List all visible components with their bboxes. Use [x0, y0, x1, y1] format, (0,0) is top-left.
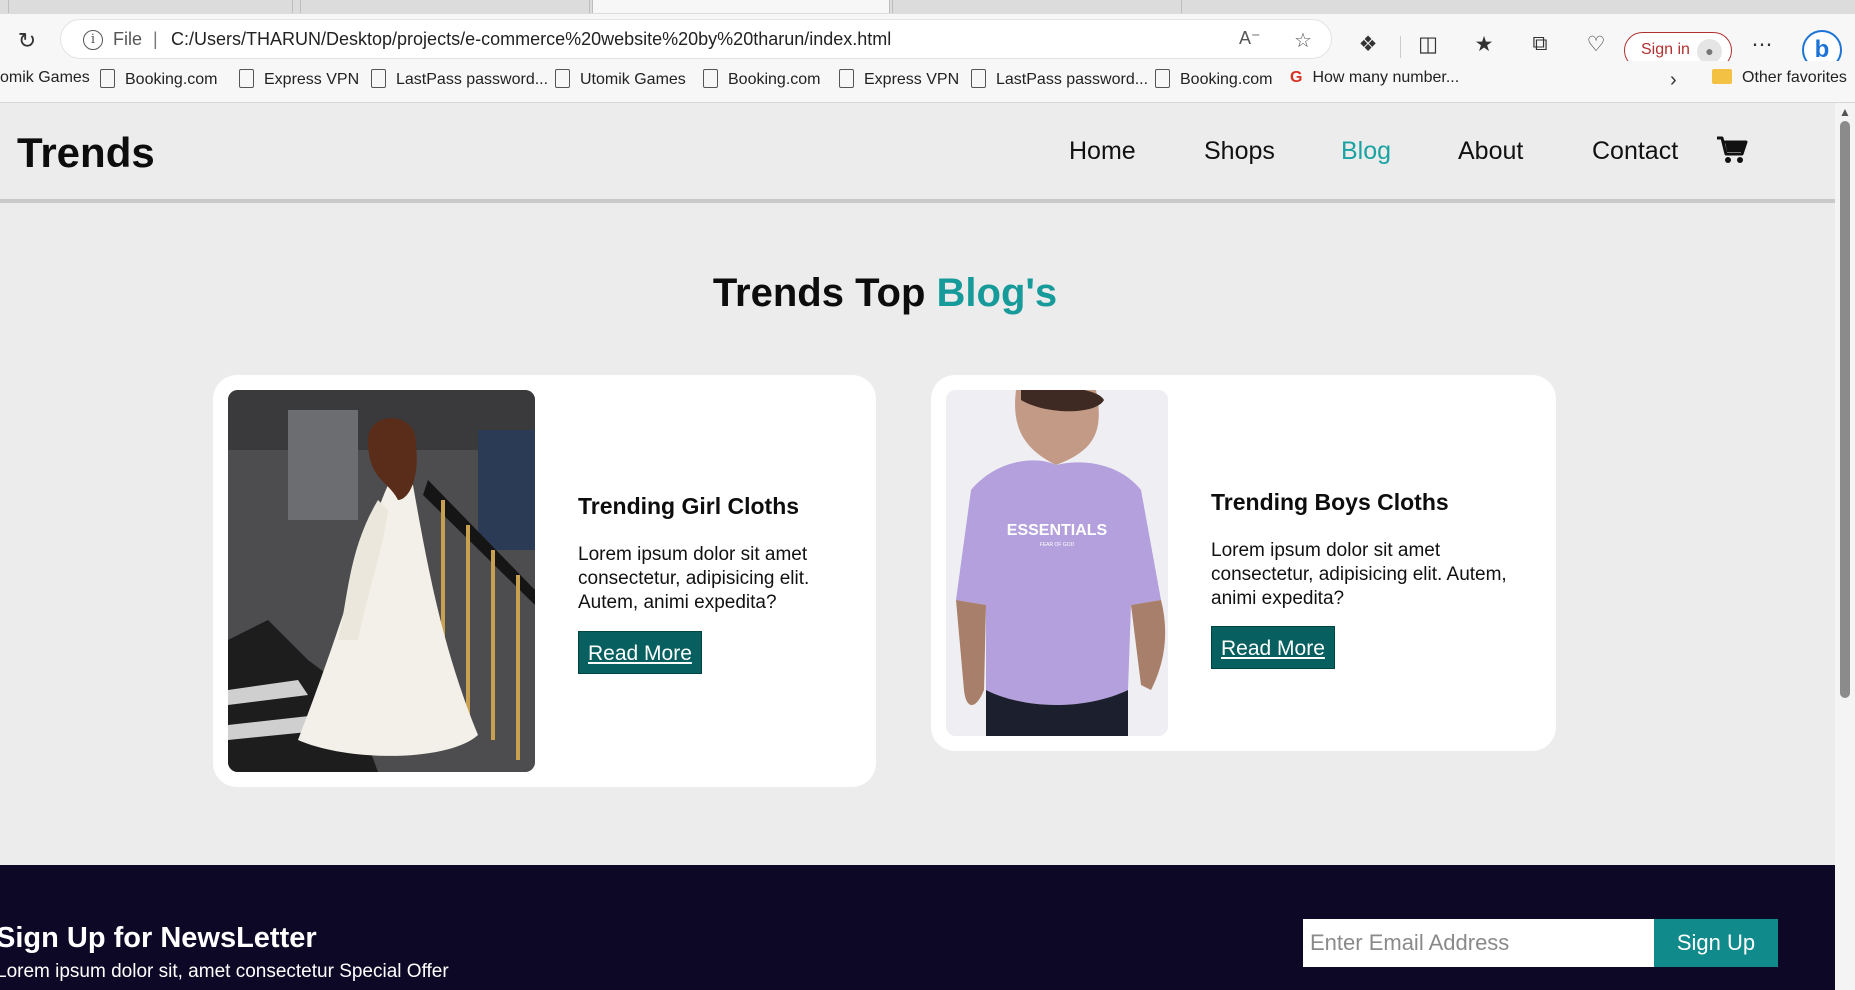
- browser-tab[interactable]: [300, 0, 590, 13]
- newsletter-subtitle: Lorem ipsum dolor sit, amet consectetur …: [0, 961, 449, 982]
- woman-white-dress-photo: [228, 390, 535, 772]
- folder-icon: [1712, 69, 1732, 84]
- browser-tab[interactable]: [892, 0, 1182, 13]
- more-menu-icon[interactable]: ⋯: [1748, 32, 1776, 57]
- extensions-icon[interactable]: ❖: [1354, 32, 1382, 57]
- browser-essentials-icon[interactable]: ♡: [1582, 32, 1610, 57]
- bookmark-item[interactable]: LastPass password...: [971, 69, 1148, 89]
- shirt-print-text: ESSENTIALS: [1007, 522, 1108, 539]
- address-separator: |: [153, 29, 158, 49]
- blog-card-photo: ESSENTIALS FEAR OF GOD: [946, 390, 1168, 736]
- site-logo[interactable]: Trends: [17, 129, 155, 177]
- newsletter-section: Sign Up for NewsLetter Lorem ipsum dolor…: [0, 865, 1835, 990]
- address-bar[interactable]: i File | C:/Users/THARUN/Desktop/project…: [60, 19, 1332, 59]
- bookmark-item[interactable]: G How many number...: [1290, 69, 1459, 87]
- bookmarks-bar: omik Games Booking.com Express VPN LastP…: [0, 61, 1855, 103]
- newsletter-signup-button[interactable]: Sign Up: [1654, 919, 1778, 967]
- scroll-up-arrow-icon[interactable]: ▲: [1839, 105, 1851, 119]
- blog-card-title: Trending Boys Cloths: [1211, 489, 1449, 515]
- site-header: Trends Home Shops Blog About Contact: [0, 103, 1835, 203]
- browser-tab-strip: [0, 0, 1855, 14]
- nav-link-home[interactable]: Home: [1069, 137, 1136, 166]
- cart-icon[interactable]: [1716, 135, 1748, 165]
- blog-card-title: Trending Girl Cloths: [578, 493, 800, 519]
- newsletter-email-input[interactable]: [1303, 919, 1654, 967]
- browser-tab-active[interactable]: [592, 0, 890, 13]
- shirt-print-subtext: FEAR OF GOD: [1040, 542, 1075, 548]
- browser-tab[interactable]: [8, 0, 293, 13]
- nav-link-about[interactable]: About: [1458, 137, 1523, 166]
- other-favorites-folder[interactable]: Other favorites: [1712, 69, 1847, 87]
- page-viewport: Trends Home Shops Blog About Contact Tre…: [0, 103, 1835, 990]
- page-icon: [971, 69, 986, 88]
- bookmark-item[interactable]: Express VPN: [839, 69, 959, 89]
- read-more-button[interactable]: Read More: [1211, 626, 1335, 669]
- page-icon: [239, 69, 254, 88]
- blog-card-text: Lorem ipsum dolor sit amet consectetur, …: [1211, 540, 1507, 609]
- nav-link-contact[interactable]: Contact: [1592, 137, 1678, 166]
- blog-card-boy: ESSENTIALS FEAR OF GOD Trending Boys Clo…: [931, 375, 1556, 751]
- read-aloud-icon[interactable]: A⁻: [1239, 28, 1261, 49]
- title-prefix: Trends Top: [712, 271, 926, 315]
- page-scrollbar[interactable]: ▲: [1835, 103, 1855, 990]
- blog-card-girl: Trending Girl Cloths Lorem ipsum dolor s…: [213, 375, 876, 787]
- bookmark-item[interactable]: omik Games: [0, 69, 90, 87]
- man-purple-tshirt-photo: ESSENTIALS FEAR OF GOD: [946, 390, 1168, 736]
- page-icon: [555, 69, 570, 88]
- bookmark-item[interactable]: Utomik Games: [555, 69, 686, 89]
- page-icon: [839, 69, 854, 88]
- favorites-icon[interactable]: ★: [1470, 32, 1498, 57]
- page-icon: [703, 69, 718, 88]
- bookmark-item[interactable]: Booking.com: [1155, 69, 1273, 89]
- address-url[interactable]: C:/Users/THARUN/Desktop/projects/e-comme…: [171, 29, 891, 50]
- collections-icon[interactable]: ⧉: [1526, 32, 1554, 56]
- page-icon: [1155, 69, 1170, 88]
- nav-link-shops[interactable]: Shops: [1204, 137, 1275, 166]
- toolbar-divider: [1400, 36, 1401, 58]
- bookmark-item[interactable]: Booking.com: [100, 69, 218, 89]
- blog-card-photo: [228, 390, 535, 772]
- sign-in-label: Sign in: [1641, 41, 1690, 58]
- google-icon: G: [1290, 69, 1303, 86]
- nav-link-blog[interactable]: Blog: [1341, 137, 1391, 166]
- bookmark-item[interactable]: Express VPN: [239, 69, 359, 89]
- blog-section-title: Trends Top Blog's: [0, 271, 1770, 316]
- reload-icon[interactable]: ↻: [12, 26, 42, 56]
- blog-card-text: Lorem ipsum dolor sit amet consectetur, …: [578, 544, 810, 613]
- split-screen-icon[interactable]: ◫: [1414, 32, 1442, 57]
- page-icon: [100, 69, 115, 88]
- read-more-button[interactable]: Read More: [578, 631, 702, 674]
- address-scheme-label: File: [113, 29, 143, 49]
- newsletter-title: Sign Up for NewsLetter: [0, 922, 317, 954]
- scrollbar-thumb[interactable]: [1840, 121, 1850, 698]
- title-accent: Blog's: [936, 271, 1058, 315]
- bookmark-item[interactable]: Booking.com: [703, 69, 821, 89]
- info-icon[interactable]: i: [83, 30, 103, 50]
- favorite-star-icon[interactable]: ☆: [1294, 28, 1312, 53]
- bookmark-item[interactable]: LastPass password...: [371, 69, 548, 89]
- chevron-right-icon[interactable]: ›: [1670, 69, 1677, 92]
- page-icon: [371, 69, 386, 88]
